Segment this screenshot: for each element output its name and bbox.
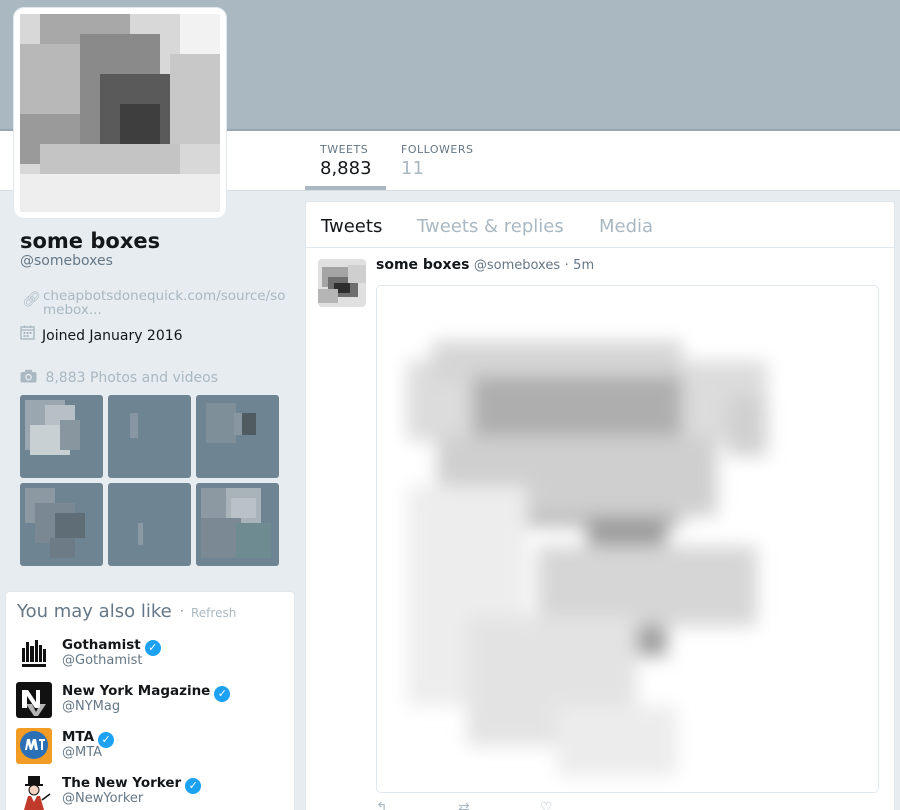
tweet-media-image[interactable] — [376, 285, 879, 793]
suggestion-handle: @NYMag — [62, 699, 121, 714]
profile-avatar[interactable] — [14, 8, 226, 218]
suggestions-panel: You may also like · Refresh Gothamist ✓ @… — [5, 591, 295, 810]
tab-tweets-replies[interactable]: Tweets & replies — [417, 216, 564, 237]
photo-thumbnail[interactable] — [196, 395, 279, 478]
link-icon: 🔗︎ — [22, 290, 42, 308]
photo-thumbnail[interactable] — [20, 483, 103, 566]
suggestion-item-newyorker[interactable]: The New Yorker ✓ @NewYorker — [16, 774, 286, 810]
suggestions-separator: · — [180, 604, 184, 618]
photos-header[interactable]: 8,883 Photos and videos — [20, 369, 218, 386]
camera-icon — [20, 369, 41, 386]
tweet-author-avatar[interactable] — [318, 259, 366, 307]
timeline-tabs: Tweets Tweets & replies Media — [306, 202, 894, 248]
suggestion-handle: @MTA — [62, 745, 103, 760]
stat-tweets-label: TWEETS — [320, 143, 369, 156]
photo-thumbnail[interactable] — [20, 395, 103, 478]
suggestion-item-nymag[interactable]: New York Magazine ✓ @NYMag — [16, 682, 286, 722]
tweet-actions: ↰ ⇄ ♡ — [376, 800, 676, 810]
avatar[interactable] — [16, 682, 52, 718]
suggestion-item-gothamist[interactable]: Gothamist ✓ @Gothamist — [16, 636, 286, 676]
stat-tweets[interactable]: TWEETS 8,883 — [320, 143, 372, 179]
stat-followers-value: 11 — [401, 158, 424, 179]
suggestion-handle: @NewYorker — [62, 791, 144, 806]
tweet-author-handle[interactable]: @someboxes — [474, 258, 560, 273]
active-stat-indicator — [305, 186, 386, 190]
profile-url[interactable]: cheapbotsdonequick.com/source/somebox... — [43, 289, 293, 317]
tweet-separator: · — [564, 258, 569, 273]
suggestion-item-mta[interactable]: MTA ✓ @MTA — [16, 728, 286, 768]
tab-tweets[interactable]: Tweets — [321, 216, 382, 237]
suggestions-refresh-link[interactable]: Refresh — [191, 606, 236, 620]
profile-name: some boxes — [20, 229, 161, 253]
like-icon[interactable]: ♡ — [540, 800, 553, 810]
stat-followers[interactable]: FOLLOWERS 11 — [401, 143, 473, 179]
reply-icon[interactable]: ↰ — [376, 800, 388, 810]
suggestion-handle: @Gothamist — [62, 653, 143, 668]
tab-media[interactable]: Media — [599, 216, 653, 237]
profile-handle: @someboxes — [20, 253, 113, 269]
photo-thumbnail[interactable] — [108, 395, 191, 478]
photos-label: 8,883 Photos and videos — [45, 370, 218, 386]
profile-joined: Joined January 2016 — [42, 328, 183, 344]
tweet-author-name[interactable]: some boxes — [376, 257, 469, 273]
retweet-icon[interactable]: ⇄ — [458, 800, 470, 810]
avatar[interactable] — [16, 728, 52, 764]
avatar[interactable] — [16, 636, 52, 672]
verified-badge-icon: ✓ — [185, 778, 202, 794]
calendar-icon — [20, 325, 36, 344]
stat-tweets-value: 8,883 — [320, 158, 372, 179]
tweet-timestamp[interactable]: 5m — [573, 258, 594, 273]
timeline-panel: Tweets Tweets & replies Media some boxes… — [305, 201, 895, 810]
tweet-header: some boxes @someboxes · 5m — [376, 257, 594, 273]
stat-followers-label: FOLLOWERS — [401, 143, 474, 156]
suggestions-title: You may also like — [17, 601, 172, 622]
profile-joined-row: Joined January 2016 — [20, 325, 183, 344]
photo-thumbnail[interactable] — [196, 483, 279, 566]
avatar[interactable] — [16, 774, 52, 810]
verified-badge-icon: ✓ — [214, 686, 231, 702]
photo-thumbnail[interactable] — [108, 483, 191, 566]
verified-badge-icon: ✓ — [144, 640, 161, 656]
